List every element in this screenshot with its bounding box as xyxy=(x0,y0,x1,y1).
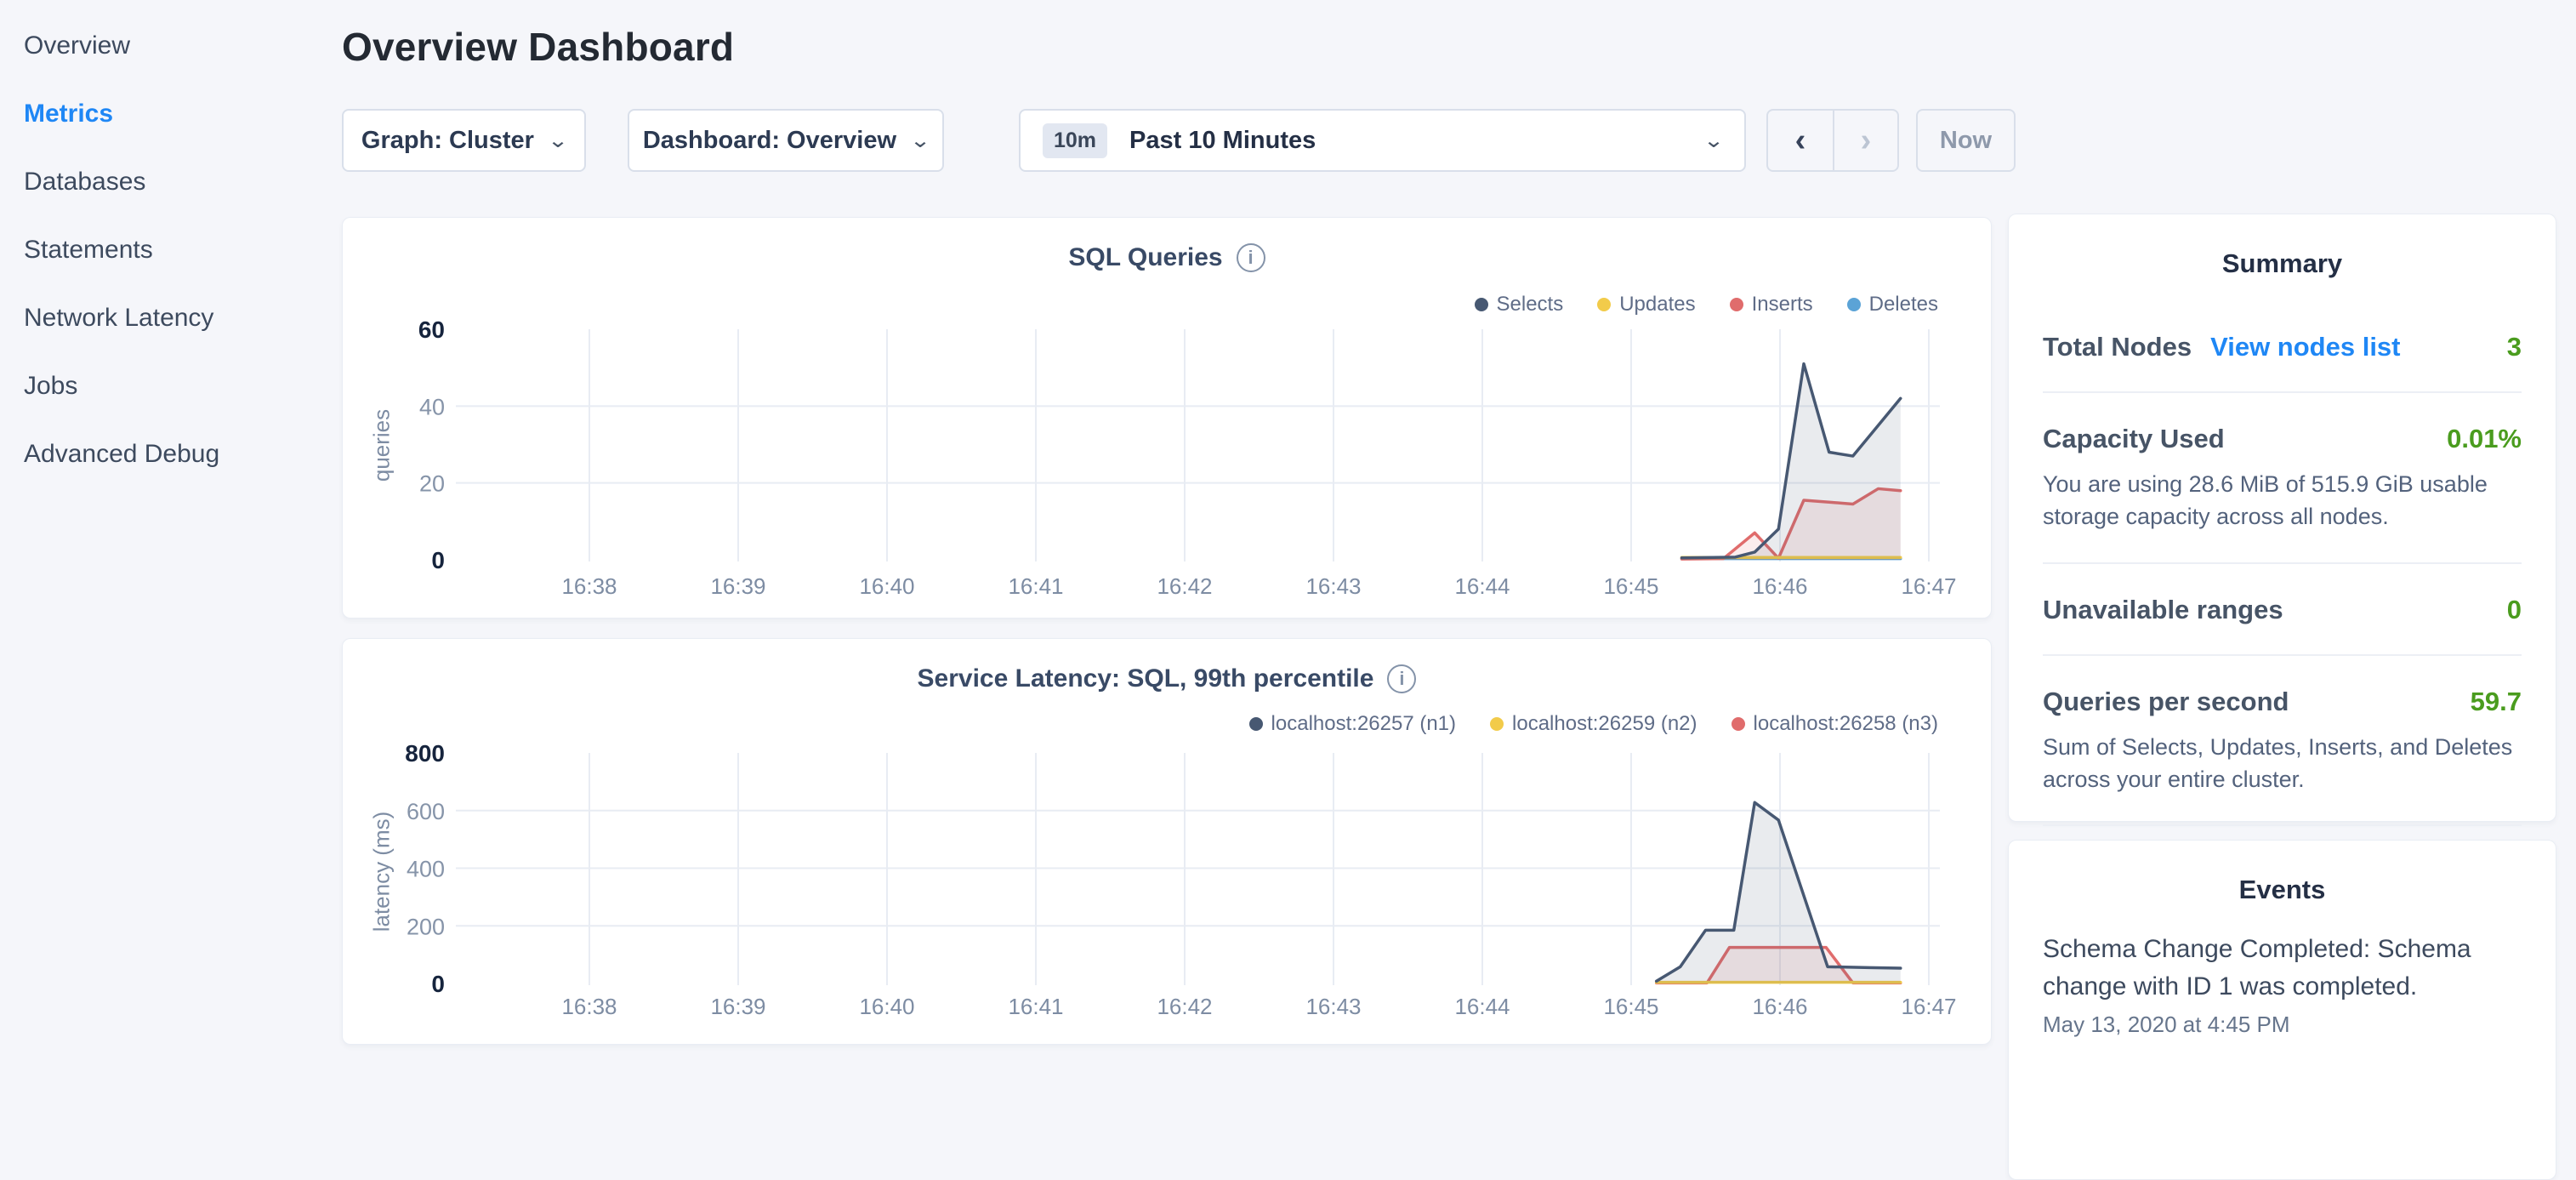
event-list-item: Schema Change Completed: Schema change w… xyxy=(2043,931,2522,1038)
summary-title: Summary xyxy=(2043,248,2522,279)
service-latency-chart[interactable]: 16:38 16:39 16:40 16:41 16:42 16:43 16:44 16:45… xyxy=(343,639,1991,1044)
sidebar-item-overview[interactable]: Overview xyxy=(0,12,342,80)
view-nodes-list-link[interactable]: View nodes list xyxy=(2210,332,2400,362)
page-title: Overview Dashboard xyxy=(342,24,734,70)
chevron-down-icon: ⌄ xyxy=(547,128,568,153)
qps-label: Queries per second xyxy=(2043,687,2289,717)
chevron-down-icon: ⌄ xyxy=(1703,128,1724,153)
svg-text:800: 800 xyxy=(405,740,445,767)
sidebar-item-advanced-debug[interactable]: Advanced Debug xyxy=(0,420,342,488)
graph-scope-label: Graph: Cluster xyxy=(361,127,534,155)
unavailable-ranges-value: 0 xyxy=(2507,595,2522,625)
svg-text:16:44: 16:44 xyxy=(1454,994,1510,1019)
qps-value: 59.7 xyxy=(2471,687,2522,717)
time-step-forward-button[interactable]: › xyxy=(1833,111,1897,170)
svg-text:16:41: 16:41 xyxy=(1008,994,1063,1019)
now-button[interactable]: Now xyxy=(1916,109,2016,172)
svg-text:16:40: 16:40 xyxy=(859,573,914,599)
dashboard-select-label: Dashboard: Overview xyxy=(643,127,896,155)
qps-subtext: Sum of Selects, Updates, Inserts, and De… xyxy=(2043,731,2522,796)
graph-scope-dropdown[interactable]: Graph: Cluster ⌄ xyxy=(342,109,586,172)
summary-row-unavailable-ranges: Unavailable ranges 0 xyxy=(2043,564,2522,656)
sql-queries-card: SQL Queries i SelectsUpdatesInsertsDelet… xyxy=(342,217,1992,619)
total-nodes-value: 3 xyxy=(2507,332,2522,362)
svg-text:20: 20 xyxy=(419,471,445,497)
sidebar-item-statements[interactable]: Statements xyxy=(0,216,342,284)
time-range-dropdown[interactable]: 10m Past 10 Minutes ⌄ xyxy=(1019,109,1746,172)
event-timestamp: May 13, 2020 at 4:45 PM xyxy=(2043,1012,2522,1038)
summary-row-qps: Queries per second 59.7 Sum of Selects, … xyxy=(2043,656,2522,827)
svg-text:40: 40 xyxy=(419,394,445,419)
svg-text:16:46: 16:46 xyxy=(1752,573,1807,599)
side-navigation: Overview Metrics Databases Statements Ne… xyxy=(0,0,342,1052)
sidebar-item-metrics[interactable]: Metrics xyxy=(0,80,342,148)
service-latency-card: Service Latency: SQL, 99th percentile i … xyxy=(342,638,1992,1045)
svg-text:16:46: 16:46 xyxy=(1752,994,1807,1019)
time-step-back-button[interactable]: ‹ xyxy=(1768,111,1833,170)
svg-text:16:42: 16:42 xyxy=(1157,573,1212,599)
sidebar-item-jobs[interactable]: Jobs xyxy=(0,352,342,420)
summary-row-total-nodes: Total Nodes View nodes list 3 xyxy=(2043,301,2522,393)
events-panel: Events Schema Change Completed: Schema c… xyxy=(2008,840,2556,1180)
svg-text:16:39: 16:39 xyxy=(710,994,765,1019)
summary-row-capacity: Capacity Used 0.01% You are using 28.6 M… xyxy=(2043,393,2522,564)
svg-text:600: 600 xyxy=(407,799,445,824)
summary-panel: Summary Total Nodes View nodes list 3 Ca… xyxy=(2008,214,2556,822)
unavailable-ranges-label: Unavailable ranges xyxy=(2043,595,2283,625)
svg-text:0: 0 xyxy=(431,547,445,573)
sql-queries-chart[interactable]: 16:38 16:39 16:40 16:41 16:42 16:43 16:44 16:45… xyxy=(343,218,1991,618)
capacity-used-value: 0.01% xyxy=(2447,424,2522,454)
svg-text:16:42: 16:42 xyxy=(1157,994,1212,1019)
svg-text:16:45: 16:45 xyxy=(1603,994,1658,1019)
sidebar-item-databases[interactable]: Databases xyxy=(0,148,342,216)
svg-text:16:38: 16:38 xyxy=(561,573,617,599)
capacity-used-label: Capacity Used xyxy=(2043,424,2225,454)
svg-text:16:39: 16:39 xyxy=(710,573,765,599)
svg-text:0: 0 xyxy=(431,971,445,997)
total-nodes-label: Total Nodes xyxy=(2043,332,2192,362)
svg-text:16:45: 16:45 xyxy=(1603,573,1658,599)
time-step-buttons: ‹ › xyxy=(1766,109,1899,172)
capacity-used-subtext: You are using 28.6 MiB of 515.9 GiB usab… xyxy=(2043,468,2522,533)
svg-text:200: 200 xyxy=(407,914,445,939)
svg-text:16:40: 16:40 xyxy=(859,994,914,1019)
svg-text:400: 400 xyxy=(407,857,445,882)
sidebar-item-network-latency[interactable]: Network Latency xyxy=(0,284,342,352)
svg-text:16:47: 16:47 xyxy=(1901,573,1956,599)
chevron-down-icon: ⌄ xyxy=(910,128,931,153)
svg-text:60: 60 xyxy=(418,316,445,343)
time-range-badge: 10m xyxy=(1043,123,1107,158)
svg-text:16:43: 16:43 xyxy=(1305,994,1361,1019)
svg-text:16:47: 16:47 xyxy=(1901,994,1956,1019)
time-range-label: Past 10 Minutes xyxy=(1129,127,1705,155)
events-title: Events xyxy=(2043,875,2522,905)
svg-text:16:38: 16:38 xyxy=(561,994,617,1019)
dashboard-controls: Graph: Cluster ⌄ Dashboard: Overview ⌄ 1… xyxy=(342,109,2043,172)
svg-text:16:41: 16:41 xyxy=(1008,573,1063,599)
svg-text:16:43: 16:43 xyxy=(1305,573,1361,599)
svg-text:16:44: 16:44 xyxy=(1454,573,1510,599)
dashboard-select-dropdown[interactable]: Dashboard: Overview ⌄ xyxy=(628,109,944,172)
event-text: Schema Change Completed: Schema change w… xyxy=(2043,931,2522,1005)
